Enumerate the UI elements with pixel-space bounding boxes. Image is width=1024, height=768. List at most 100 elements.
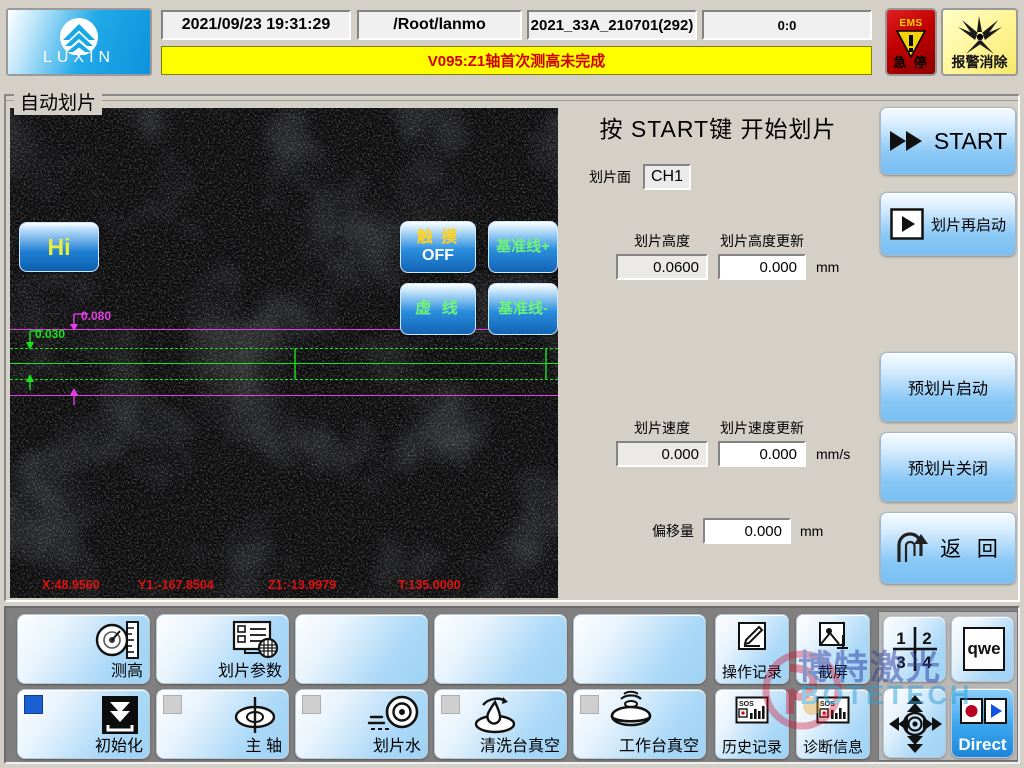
- coord-z1: Z1:-13.9979: [268, 578, 337, 592]
- chuck-icon: [610, 690, 652, 727]
- cut-speed-col: 划片速度 0.000: [616, 418, 708, 467]
- toolbar-control-group: 1 2 3 4 qwe Direct: [878, 611, 1018, 761]
- tile-blank-3[interactable]: [573, 614, 706, 684]
- cut-height-update-label: 划片高度更新: [720, 233, 804, 249]
- cut-height-update-input[interactable]: 0.000: [718, 254, 806, 280]
- tile-history-log[interactable]: SOS 历史记录: [715, 689, 789, 759]
- offset-label: 偏移量: [652, 523, 694, 539]
- toolbar-log-group: 操作记录 截屏 SOS 历史记录 SOS 诊断信息: [713, 611, 874, 761]
- cut-height-update-col: 划片高度更新 0.000: [718, 231, 806, 280]
- tile-spindle-indicator: [163, 695, 182, 714]
- hi-magnification-button[interactable]: Hi: [19, 222, 99, 272]
- tile-blank-1[interactable]: [295, 614, 428, 684]
- tile-spindle[interactable]: 主 轴: [156, 689, 289, 759]
- action-button-column: START 划片再启动 预划片启动 预划片关闭 返 回: [878, 102, 1018, 602]
- download-arrow-icon: [102, 696, 138, 734]
- luxin-logo-text: LUXIN: [42, 49, 116, 66]
- cut-speed-value: 0.000: [616, 441, 708, 467]
- tile-direct-mode[interactable]: Direct: [951, 688, 1014, 758]
- alarm-message-bar: V095:Z1轴首次测高未完成: [161, 46, 872, 75]
- tile-dicing-params[interactable]: 划片参数: [156, 614, 289, 684]
- tile-quadrant-keypad[interactable]: 1 2 3 4: [883, 616, 946, 682]
- return-button-label: 返 回: [940, 538, 1003, 561]
- dashed-line-button[interactable]: 虚 线: [400, 283, 476, 335]
- svg-text:1: 1: [896, 629, 905, 648]
- tile-height-measure[interactable]: 测高: [17, 614, 150, 684]
- counter-display: 0:0: [702, 10, 872, 40]
- tile-keyboard[interactable]: qwe: [951, 616, 1014, 682]
- tile-dicing-params-label: 划片参数: [217, 663, 282, 680]
- svg-text:4: 4: [922, 653, 932, 672]
- tile-clean-vacuum[interactable]: 清洗台真空: [434, 689, 567, 759]
- play-square-icon: [890, 208, 924, 240]
- droplet-icon: [474, 697, 516, 734]
- reference-line-plus-label: 基准线+: [496, 238, 550, 256]
- return-button[interactable]: 返 回: [880, 512, 1016, 584]
- hi-button-label: Hi: [47, 233, 71, 260]
- tile-stage-vacuum-label: 工作台真空: [618, 738, 699, 755]
- alarm-message-text: V095:Z1轴首次测高未完成: [427, 53, 606, 70]
- top-status-bar: LUXIN 2021/09/23 19:31:29 /Root/lanmo 20…: [0, 0, 1024, 85]
- toolbar-main-group: 测高 划片参数 初始化 主 轴 划片水 清洗台真空 工作台真空: [9, 611, 709, 761]
- emergency-stop-button[interactable]: EMS 急 停: [885, 8, 937, 76]
- screenshot-icon: [819, 622, 848, 649]
- pre-dicing-close-button[interactable]: 预划片关闭: [880, 432, 1016, 502]
- coord-t: T:135.0000: [398, 578, 461, 592]
- cut-speed-update-input[interactable]: 0.000: [718, 441, 806, 467]
- ems-label: EMS: [899, 18, 923, 29]
- touch-button-state: OFF: [422, 247, 454, 264]
- alarm-clear-label: 报警消除: [951, 54, 1008, 70]
- tile-clean-vacuum-indicator: [441, 695, 460, 714]
- tile-screenshot-label: 截屏: [817, 664, 848, 681]
- tile-dicing-water-label: 划片水: [372, 738, 421, 755]
- dicing-face-row: 划片面 CH1: [589, 164, 691, 190]
- overlay-label-magenta: 0.080: [81, 309, 112, 323]
- tile-initialize-label: 初始化: [94, 738, 143, 755]
- offset-unit: mm: [800, 523, 824, 539]
- start-button-label: START: [933, 127, 1008, 154]
- cut-height-unit: mm: [816, 259, 840, 275]
- pre-dicing-start-button[interactable]: 预划片启动: [880, 352, 1016, 422]
- tile-diagnostic-info[interactable]: SOS 诊断信息: [796, 689, 870, 759]
- double-right-arrow-icon: [889, 131, 922, 151]
- pre-dicing-start-label: 预划片启动: [907, 381, 988, 398]
- alarm-clear-button[interactable]: 报警消除: [941, 8, 1018, 76]
- cut-height-value: 0.0600: [616, 254, 708, 280]
- dicing-face-value[interactable]: CH1: [643, 164, 691, 190]
- cut-height-col: 划片高度 0.0600: [616, 231, 708, 280]
- cut-speed-update-col: 划片速度更新 0.000: [718, 418, 806, 467]
- tile-stage-vacuum[interactable]: 工作台真空: [573, 689, 706, 759]
- cut-speed-group: 划片速度 0.000 划片速度更新 0.000 mm/s: [616, 418, 850, 467]
- tile-diagnostic-info-label: 诊断信息: [802, 739, 863, 756]
- dashed-line-label: 虚 线: [415, 299, 461, 317]
- water-ring-icon: [367, 695, 419, 730]
- tile-screenshot[interactable]: 截屏: [796, 614, 870, 684]
- recipe-path-display: /Root/lanmo: [357, 10, 522, 40]
- camera-view[interactable]: 0.080 0.030 Hi 触 摸 OFF 虚 线 基准线+ 基准线- X:4…: [10, 108, 558, 598]
- tile-operation-log-label: 操作记录: [721, 664, 782, 681]
- tile-operation-log[interactable]: 操作记录: [715, 614, 789, 684]
- sos-chart-icon: SOS: [816, 696, 850, 724]
- reference-line-minus-button[interactable]: 基准线-: [488, 283, 558, 335]
- luxin-logo: LUXIN: [6, 8, 152, 76]
- tile-dicing-water[interactable]: 划片水: [295, 689, 428, 759]
- tile-height-measure-label: 测高: [110, 663, 143, 680]
- offset-input[interactable]: 0.000: [703, 518, 791, 544]
- coord-y1: Y1:-167.8504: [138, 578, 214, 592]
- reference-line-plus-button[interactable]: 基准线+: [488, 221, 558, 273]
- start-button[interactable]: START: [880, 107, 1016, 175]
- cut-speed-unit: mm/s: [816, 446, 851, 462]
- cut-height-group: 划片高度 0.0600 划片高度更新 0.000 mm: [616, 231, 839, 280]
- tile-blank-2[interactable]: [434, 614, 567, 684]
- spindle-icon: [234, 697, 276, 733]
- record-play-icon: [960, 698, 1007, 724]
- tile-initialize[interactable]: 初始化: [17, 689, 150, 759]
- page-title: 自动划片: [14, 88, 103, 115]
- touch-toggle-button[interactable]: 触 摸 OFF: [400, 221, 476, 273]
- offset-row: 偏移量 0.000 mm: [652, 518, 823, 544]
- tile-spindle-label: 主 轴: [245, 738, 282, 755]
- tile-stage-vacuum-indicator: [580, 695, 599, 714]
- touch-button-label: 触 摸: [416, 228, 460, 246]
- restart-dicing-button[interactable]: 划片再启动: [880, 192, 1016, 256]
- tile-jog-pad[interactable]: [883, 688, 946, 758]
